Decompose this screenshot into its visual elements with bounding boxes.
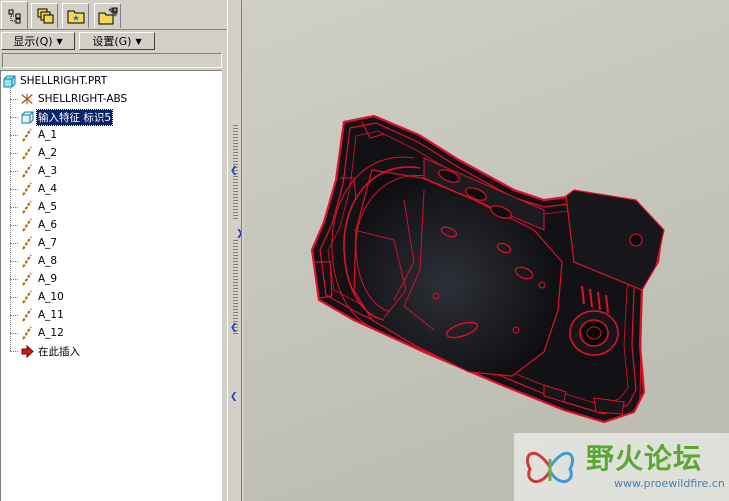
tree-connector xyxy=(10,297,18,298)
shell-part-model xyxy=(310,114,665,424)
tree-item[interactable]: A_5 xyxy=(20,198,58,216)
tree-item-label: A_5 xyxy=(38,201,58,213)
tree-item-label: A_3 xyxy=(38,165,58,177)
datum-axis-icon xyxy=(20,272,34,286)
collapse-left-icon[interactable]: ❮ xyxy=(230,323,238,333)
tree-item-label: A_7 xyxy=(38,237,58,249)
collapse-left-icon[interactable]: ❮ xyxy=(230,392,238,402)
tree-item-label: A_4 xyxy=(38,183,58,195)
folder-browser-icon xyxy=(67,10,84,24)
expand-right-icon[interactable]: ❯ xyxy=(236,229,244,239)
watermark-url: www.proewildfire.cn xyxy=(614,477,725,490)
datum-axis-icon xyxy=(20,326,34,340)
tree-item[interactable]: A_12 xyxy=(20,324,65,342)
tree-root-label: SHELLRIGHT.PRT xyxy=(20,75,108,87)
tab-favorites[interactable] xyxy=(94,3,121,28)
tree-filter-field[interactable] xyxy=(2,53,222,68)
model-tree[interactable]: SHELLRIGHT.PRT SHELLRIGHT-ABS 输入特征 标识5 A_1… xyxy=(0,70,222,501)
layers-icon xyxy=(37,8,53,24)
tree-connector xyxy=(10,135,18,136)
chevron-down-icon: ▼ xyxy=(56,36,63,46)
tree-item[interactable]: A_1 xyxy=(20,126,58,144)
chevron-down-icon: ▼ xyxy=(135,36,142,46)
navigator-toolbar: 显示(Q) ▼ 设置(G) ▼ xyxy=(0,31,227,51)
tab-folder-browser[interactable] xyxy=(62,3,89,28)
tree-connector xyxy=(10,225,18,226)
datum-axis-icon xyxy=(20,128,34,142)
tree-item[interactable]: SHELLRIGHT-ABS xyxy=(20,90,128,108)
tree-item[interactable]: 在此插入 xyxy=(20,342,81,360)
settings-menu-button[interactable]: 设置(G) ▼ xyxy=(79,32,155,50)
tree-connector xyxy=(10,189,18,190)
tree-item-label: 输入特征 标识5 xyxy=(35,108,114,126)
tree-connector xyxy=(10,117,18,118)
tree-connector xyxy=(10,243,18,244)
tree-connector xyxy=(10,171,18,172)
tree-connector xyxy=(10,261,18,262)
tree-item[interactable]: A_4 xyxy=(20,180,58,198)
model-tree-icon xyxy=(8,9,20,23)
tab-model-tree[interactable] xyxy=(1,1,28,29)
collapse-left-icon[interactable]: ❮ xyxy=(230,166,238,176)
settings-menu-label: 设置(G) xyxy=(92,35,132,48)
tab-layers[interactable] xyxy=(31,3,58,28)
tree-connector xyxy=(10,88,11,351)
tree-item[interactable]: A_8 xyxy=(20,252,58,270)
navigator-panel: 显示(Q) ▼ 设置(G) ▼ SHELLRIGHT.PRT SHELLRIGH… xyxy=(0,0,227,501)
tree-connector xyxy=(10,99,18,100)
insert-here-arrow-icon xyxy=(20,344,34,358)
tree-item[interactable]: A_3 xyxy=(20,162,58,180)
tree-item-label: A_1 xyxy=(38,129,58,141)
tree-connector xyxy=(10,315,18,316)
tree-item[interactable]: A_11 xyxy=(20,306,65,324)
tree-root-item[interactable]: SHELLRIGHT.PRT xyxy=(2,72,108,90)
splitter-edge xyxy=(241,0,242,501)
tree-item-label: A_6 xyxy=(38,219,58,231)
favorites-icon xyxy=(98,7,118,25)
tree-item-label: A_12 xyxy=(38,327,64,339)
part-icon xyxy=(2,74,16,88)
datum-axis-icon xyxy=(20,146,34,160)
tree-item-label: A_11 xyxy=(38,309,64,321)
tree-item[interactable]: 输入特征 标识5 xyxy=(20,108,114,126)
tree-item-label: A_9 xyxy=(38,273,58,285)
datum-axis-icon xyxy=(20,218,34,232)
navigator-tab-strip xyxy=(0,0,227,30)
datum-axis-icon xyxy=(20,290,34,304)
tree-item[interactable]: A_6 xyxy=(20,216,58,234)
tree-connector xyxy=(10,279,18,280)
datum-axis-icon xyxy=(20,308,34,322)
coordinate-system-icon xyxy=(20,92,34,106)
butterfly-logo-icon xyxy=(526,451,574,483)
graphics-viewport[interactable]: 野火论坛 www.proewildfire.cn xyxy=(244,0,729,501)
datum-axis-icon xyxy=(20,182,34,196)
tree-item-label: A_10 xyxy=(38,291,64,303)
datum-axis-icon xyxy=(20,254,34,268)
import-feature-icon xyxy=(20,110,34,124)
tree-item-label: SHELLRIGHT-ABS xyxy=(38,93,128,105)
tree-connector xyxy=(10,351,18,352)
tree-item-label: A_2 xyxy=(38,147,58,159)
watermark-title: 野火论坛 xyxy=(586,442,703,475)
tree-connector xyxy=(10,153,18,154)
show-menu-button[interactable]: 显示(Q) ▼ xyxy=(1,32,75,50)
datum-axis-icon xyxy=(20,236,34,250)
tree-item[interactable]: A_2 xyxy=(20,144,58,162)
datum-axis-icon xyxy=(20,200,34,214)
tree-item-label: A_8 xyxy=(38,255,58,267)
tree-item-label: 在此插入 xyxy=(38,345,80,358)
tree-item[interactable]: A_9 xyxy=(20,270,58,288)
tree-connector xyxy=(10,333,18,334)
tree-connector xyxy=(10,207,18,208)
tree-item[interactable]: A_7 xyxy=(20,234,58,252)
panel-splitter[interactable]: ❮ ❯ ❮ ❮ xyxy=(227,0,244,501)
show-menu-label: 显示(Q) xyxy=(13,35,53,48)
tree-item[interactable]: A_10 xyxy=(20,288,65,306)
forum-watermark: 野火论坛 www.proewildfire.cn xyxy=(514,433,729,501)
splitter-grip[interactable] xyxy=(233,240,238,335)
datum-axis-icon xyxy=(20,164,34,178)
